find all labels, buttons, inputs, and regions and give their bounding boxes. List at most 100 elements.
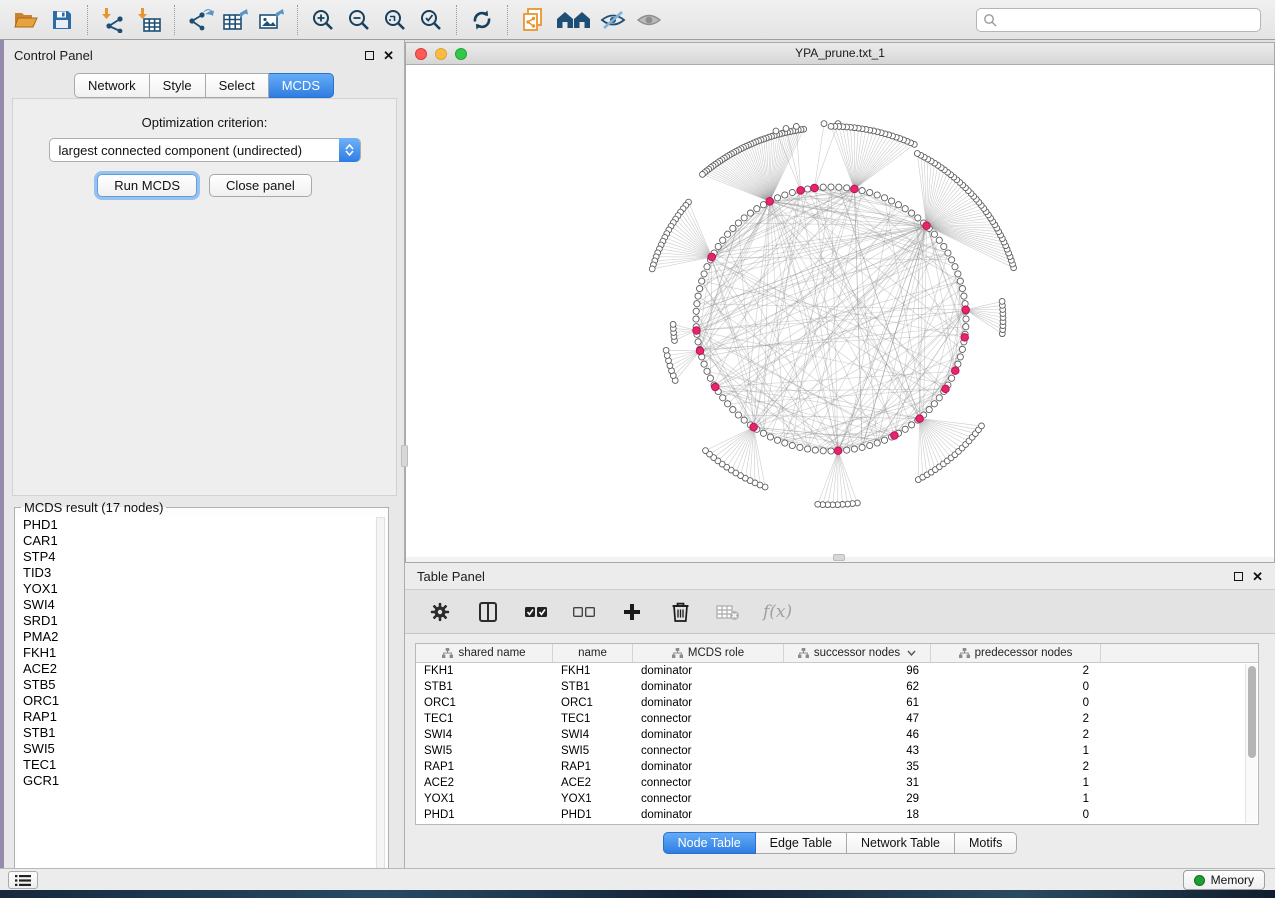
- network-node[interactable]: [828, 448, 834, 454]
- network-node[interactable]: [774, 437, 780, 443]
- horizontal-splitter-handle[interactable]: [833, 554, 845, 561]
- network-node[interactable]: [931, 231, 937, 237]
- network-node[interactable]: [915, 215, 921, 221]
- network-node[interactable]: [699, 278, 705, 284]
- network-node[interactable]: [955, 271, 961, 277]
- zoom-selected-button[interactable]: [413, 4, 449, 36]
- mcds-node[interactable]: [923, 222, 931, 230]
- mcds-node[interactable]: [851, 185, 859, 193]
- network-node[interactable]: [844, 447, 850, 453]
- network-node[interactable]: [909, 210, 915, 216]
- network-node[interactable]: [783, 126, 789, 132]
- network-node[interactable]: [663, 347, 669, 353]
- network-node[interactable]: [844, 185, 850, 191]
- network-node[interactable]: [697, 286, 703, 292]
- list-item[interactable]: ORC1: [18, 693, 375, 709]
- first-neighbors-button[interactable]: [551, 4, 595, 36]
- criterion-select[interactable]: largest connected component (undirected): [49, 138, 361, 162]
- network-node[interactable]: [720, 395, 726, 401]
- tab-style[interactable]: Style: [150, 73, 206, 98]
- network-node[interactable]: [735, 412, 741, 418]
- network-node[interactable]: [695, 339, 701, 345]
- delete-table-button[interactable]: [715, 599, 741, 625]
- network-node[interactable]: [931, 401, 937, 407]
- network-node[interactable]: [700, 172, 706, 178]
- network-node[interactable]: [805, 186, 811, 192]
- network-node[interactable]: [805, 446, 811, 452]
- network-node[interactable]: [704, 264, 710, 270]
- network-node[interactable]: [735, 220, 741, 226]
- network-node[interactable]: [949, 257, 955, 263]
- network-node[interactable]: [767, 434, 773, 440]
- network-node[interactable]: [789, 189, 795, 195]
- network-node[interactable]: [774, 195, 780, 201]
- network-node[interactable]: [720, 237, 726, 243]
- network-node[interactable]: [902, 426, 908, 432]
- save-session-button[interactable]: [44, 4, 80, 36]
- table-settings-button[interactable]: [427, 599, 453, 625]
- export-network-button[interactable]: [182, 4, 218, 36]
- open-file-button[interactable]: [8, 4, 44, 36]
- network-node[interactable]: [836, 184, 842, 190]
- tab-select[interactable]: Select: [206, 73, 269, 98]
- table-row[interactable]: TEC1TEC1connector472: [416, 711, 1244, 727]
- refresh-button[interactable]: [464, 4, 500, 36]
- maximize-window-icon[interactable]: [455, 48, 467, 60]
- table-row[interactable]: SWI4SWI4dominator462: [416, 727, 1244, 743]
- close-panel-button[interactable]: Close panel: [209, 174, 312, 197]
- network-node[interactable]: [797, 444, 803, 450]
- float-table-panel-icon[interactable]: [1234, 572, 1243, 581]
- network-node[interactable]: [952, 264, 958, 270]
- network-node[interactable]: [695, 293, 701, 299]
- network-node[interactable]: [782, 192, 788, 198]
- network-node[interactable]: [773, 128, 779, 134]
- tab-node-table[interactable]: Node Table: [663, 832, 756, 854]
- show-all-button[interactable]: [631, 4, 667, 36]
- network-node[interactable]: [914, 151, 920, 157]
- network-node[interactable]: [693, 308, 699, 314]
- network-node[interactable]: [957, 354, 963, 360]
- list-item[interactable]: FKH1: [18, 645, 375, 661]
- close-window-icon[interactable]: [415, 48, 427, 60]
- network-node[interactable]: [945, 250, 951, 256]
- list-item[interactable]: STB5: [18, 677, 375, 693]
- mcds-node[interactable]: [693, 327, 701, 335]
- mcds-node[interactable]: [696, 347, 704, 355]
- network-node[interactable]: [789, 442, 795, 448]
- mcds-node[interactable]: [952, 367, 960, 375]
- network-node[interactable]: [704, 368, 710, 374]
- list-item[interactable]: YOX1: [18, 581, 375, 597]
- network-node[interactable]: [693, 316, 699, 322]
- network-node[interactable]: [963, 316, 969, 322]
- network-canvas[interactable]: [406, 65, 1274, 557]
- import-network-button[interactable]: [95, 4, 131, 36]
- network-node[interactable]: [725, 231, 731, 237]
- network-node[interactable]: [820, 448, 826, 454]
- network-node[interactable]: [909, 422, 915, 428]
- table-row[interactable]: RAP1RAP1dominator352: [416, 759, 1244, 775]
- table-row[interactable]: PHD1PHD1dominator180: [416, 807, 1244, 823]
- network-node[interactable]: [881, 437, 887, 443]
- memory-button[interactable]: Memory: [1183, 870, 1265, 890]
- duplicate-network-button[interactable]: [515, 4, 551, 36]
- mcds-node[interactable]: [891, 432, 899, 440]
- list-item[interactable]: TID3: [18, 565, 375, 581]
- result-list-scrollbar[interactable]: [376, 517, 385, 874]
- network-node[interactable]: [694, 301, 700, 307]
- network-node[interactable]: [936, 395, 942, 401]
- network-node[interactable]: [859, 188, 865, 194]
- network-node[interactable]: [874, 440, 880, 446]
- network-node[interactable]: [670, 322, 676, 328]
- mcds-node[interactable]: [712, 383, 720, 391]
- network-node[interactable]: [979, 423, 985, 429]
- mcds-node[interactable]: [708, 253, 716, 261]
- import-table-button[interactable]: [131, 4, 167, 36]
- mcds-node[interactable]: [962, 306, 970, 314]
- tab-motifs[interactable]: Motifs: [955, 832, 1017, 854]
- deselect-all-button[interactable]: [571, 599, 597, 625]
- show-columns-button[interactable]: [475, 599, 501, 625]
- table-scrollbar-track[interactable]: [1245, 664, 1257, 823]
- mcds-node[interactable]: [797, 187, 805, 195]
- network-node[interactable]: [851, 446, 857, 452]
- network-node[interactable]: [926, 407, 932, 413]
